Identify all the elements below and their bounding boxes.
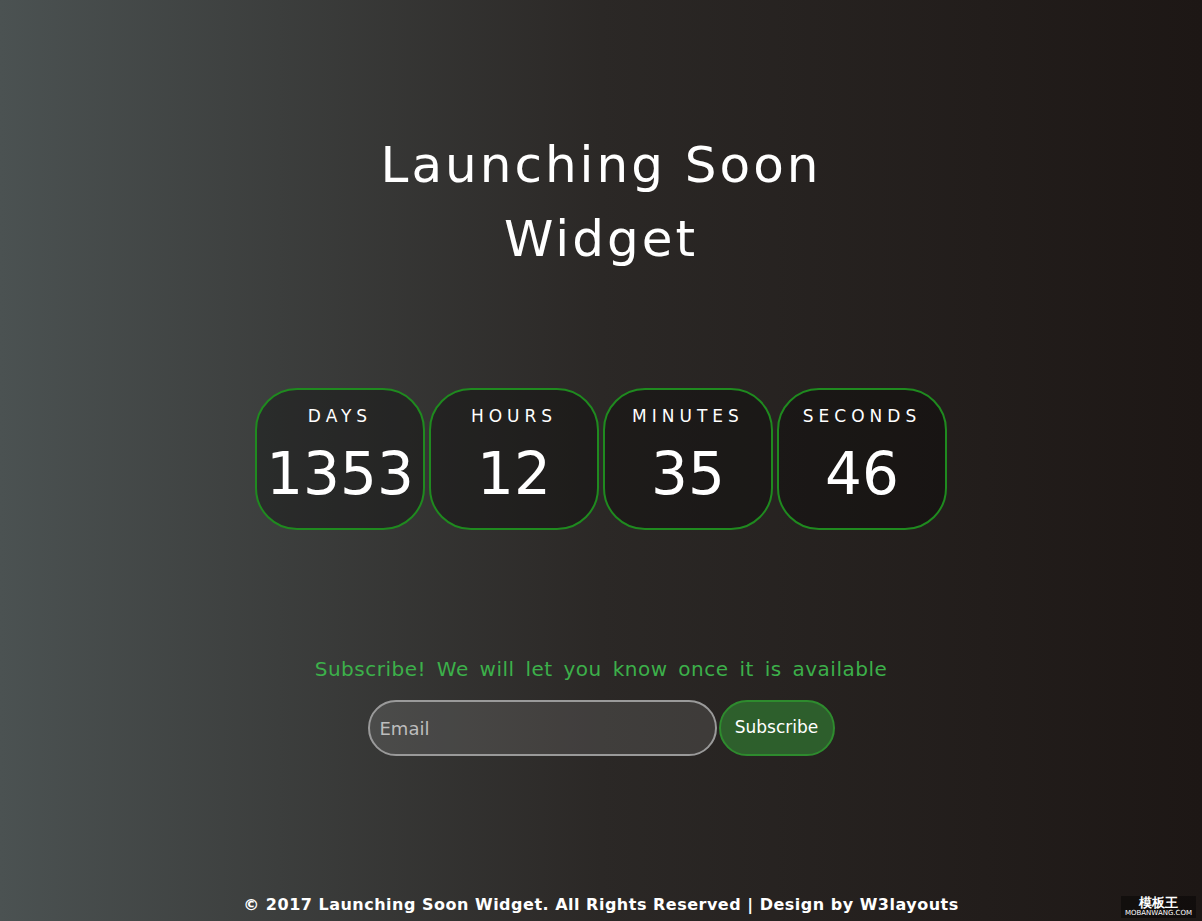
countdown-value: 12 bbox=[477, 434, 551, 514]
countdown: DAYS 1353 HOURS 12 MINUTES 35 SECONDS 46 bbox=[255, 388, 947, 530]
subscribe-message: Subscribe! We will let you know once it … bbox=[315, 654, 888, 684]
countdown-label: DAYS bbox=[308, 404, 372, 430]
countdown-box: MINUTES 35 bbox=[603, 388, 773, 530]
countdown-value: 46 bbox=[825, 434, 899, 514]
countdown-box: DAYS 1353 bbox=[255, 388, 425, 530]
countdown-value: 35 bbox=[651, 434, 725, 514]
email-input[interactable] bbox=[368, 700, 717, 756]
countdown-label: HOURS bbox=[471, 404, 557, 430]
countdown-value: 1353 bbox=[266, 434, 414, 514]
subscribe-button[interactable]: Subscribe bbox=[719, 700, 835, 756]
countdown-box: HOURS 12 bbox=[429, 388, 599, 530]
main-column: Launching Soon Widget DAYS 1353 HOURS 12 MINU… bbox=[0, 0, 1202, 921]
page-background: Launching Soon Widget DAYS 1353 HOURS 12 MINU… bbox=[0, 0, 1202, 921]
countdown-box: SECONDS 46 bbox=[777, 388, 947, 530]
countdown-label: MINUTES bbox=[632, 404, 744, 430]
countdown-label: SECONDS bbox=[803, 404, 921, 430]
footer: © 2017 Launching Soon Widget. All Rights… bbox=[243, 893, 958, 917]
page-title: Launching Soon Widget bbox=[331, 128, 871, 276]
subscribe-form: Subscribe bbox=[368, 700, 835, 756]
watermark-site: MOBANWANG.COM bbox=[1125, 910, 1192, 918]
watermark-brand: 模板王 bbox=[1139, 896, 1178, 910]
watermark: 模板王MOBANWANG.COM bbox=[1121, 896, 1196, 918]
